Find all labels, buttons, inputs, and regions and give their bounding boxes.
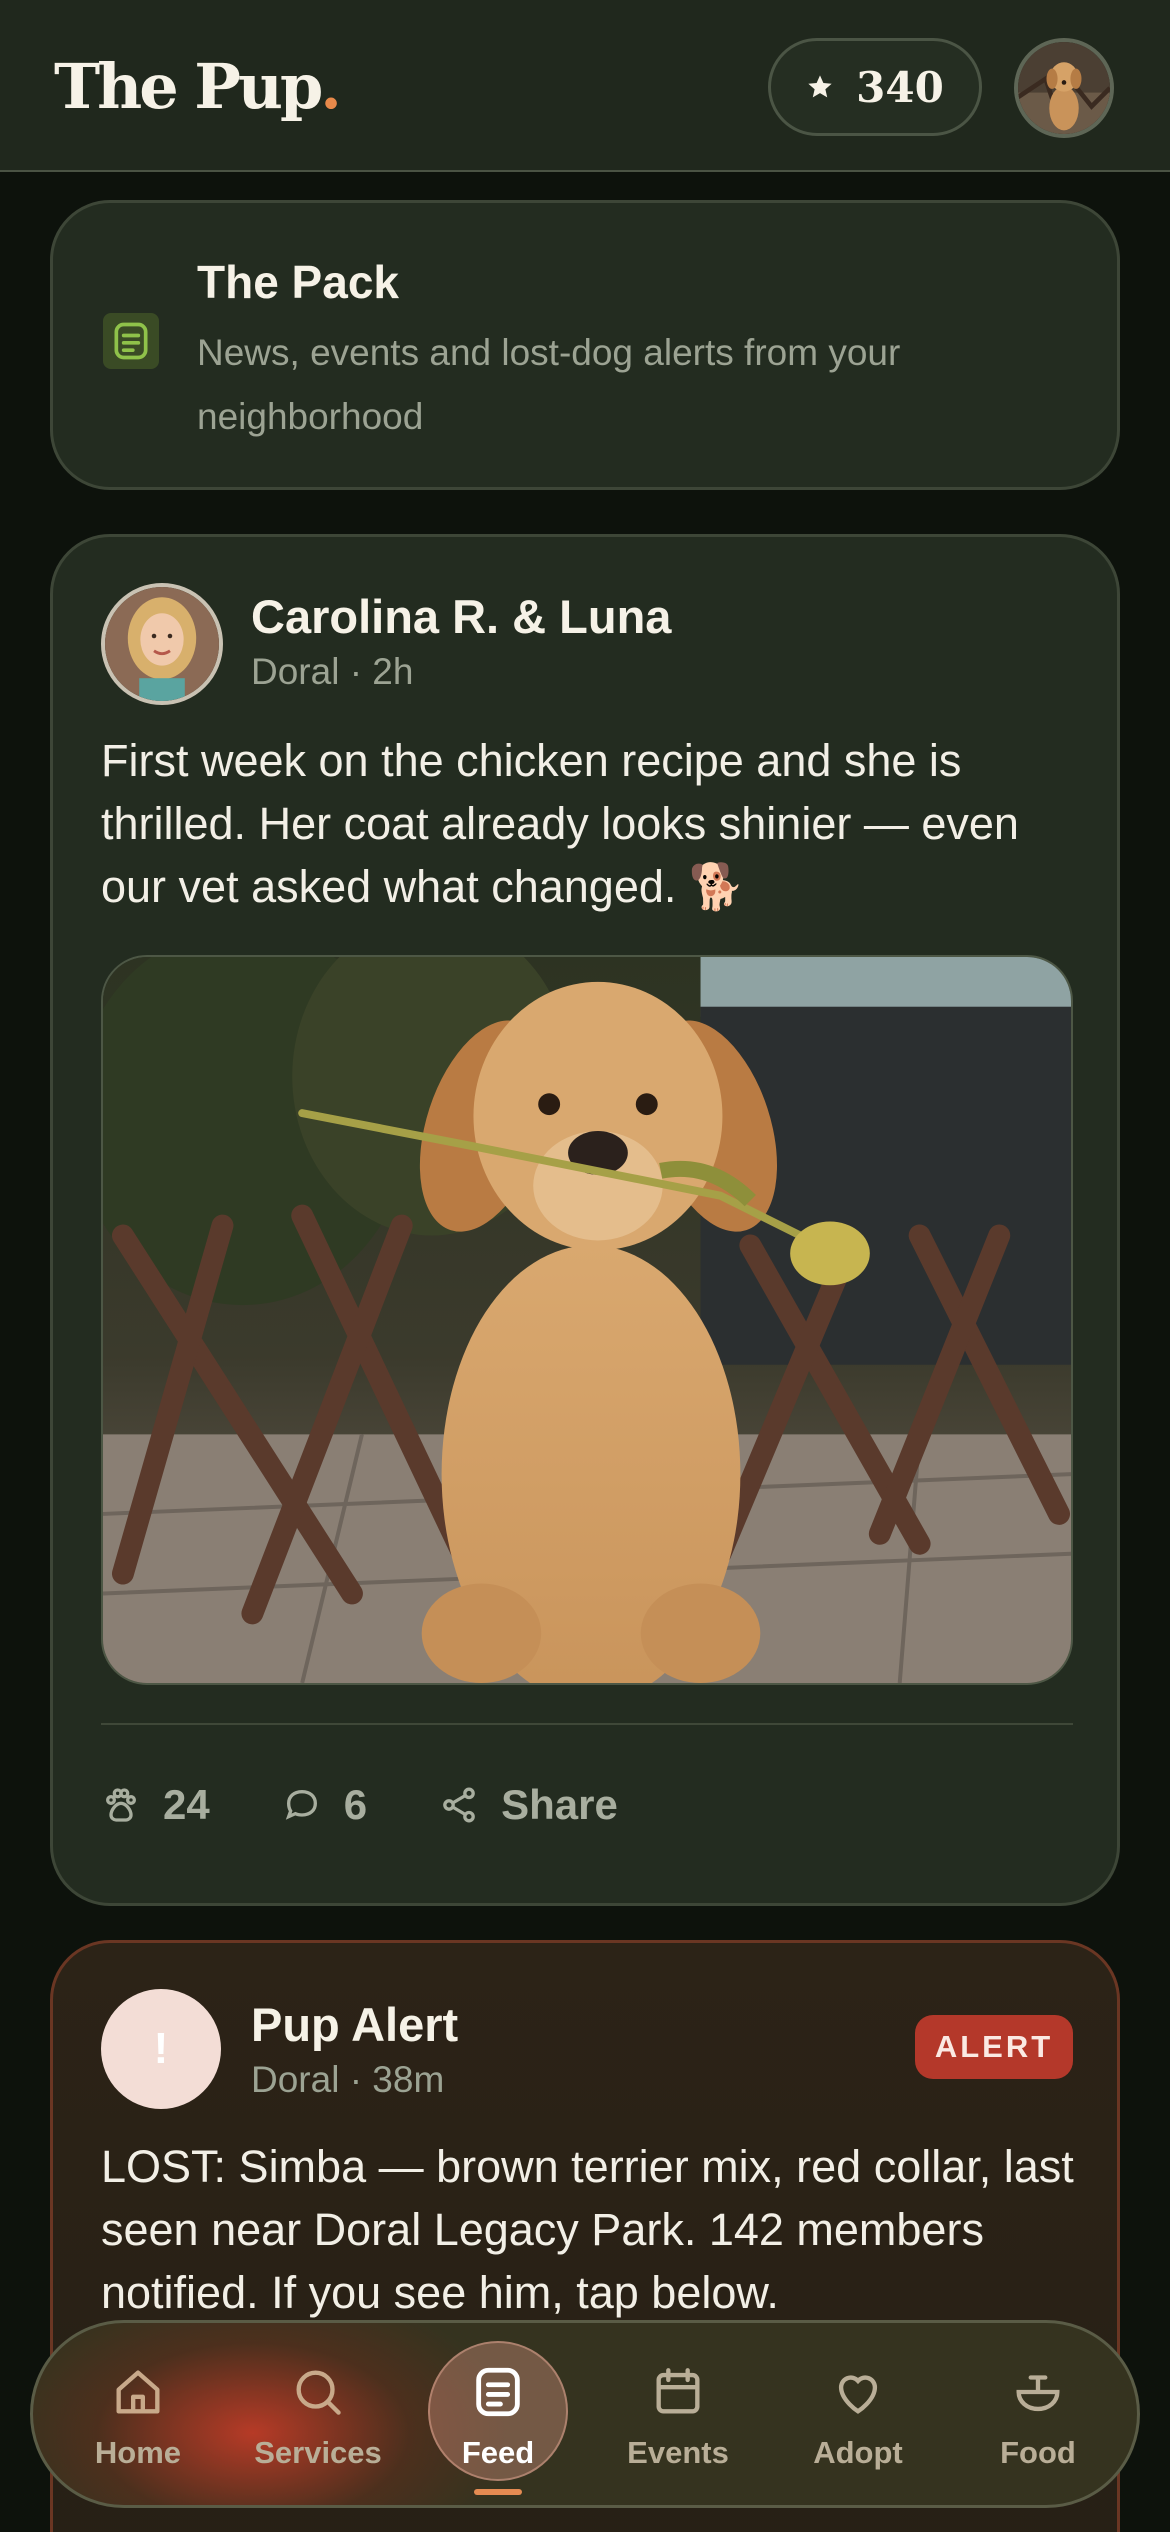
comment-count: 6	[343, 1781, 368, 1828]
alert-text: LOST: Simba — brown terrier mix, red col…	[101, 2141, 1074, 2318]
post-divider	[101, 1723, 1073, 1725]
share-icon	[443, 1787, 475, 1823]
author-photo	[105, 587, 219, 701]
share-button[interactable]: Share	[439, 1781, 618, 1829]
bowl-icon	[1016, 2375, 1060, 2412]
author-avatar[interactable]	[101, 583, 223, 705]
heart-icon	[838, 2375, 878, 2414]
alert-icon: !	[101, 1989, 221, 2109]
bottom-tab-bar: Home Services Feed Events Adopt Food	[30, 2320, 1140, 2508]
feed-icon	[476, 2367, 520, 2417]
post-meta: Doral · 2h	[251, 651, 414, 692]
feed-post[interactable]: Carolina R. & Luna Doral · 2h First week…	[50, 534, 1120, 1906]
alert-badge: ALERT	[915, 2015, 1073, 2079]
tab-services-label: Services	[254, 2435, 382, 2470]
points-value: 340	[856, 62, 944, 112]
feed-icon	[103, 313, 159, 369]
logo-dot: .	[320, 50, 342, 123]
pack-title: The Pack	[197, 256, 399, 308]
tab-events[interactable]: Events	[593, 2323, 763, 2505]
tab-food[interactable]: Food	[953, 2323, 1123, 2505]
tab-feed-label: Feed	[461, 2435, 535, 2470]
tab-services[interactable]: Services	[233, 2323, 403, 2505]
comment-button[interactable]: 6	[282, 1781, 367, 1829]
dog-avatar-image	[1018, 42, 1110, 134]
like-count: 24	[163, 1781, 210, 1828]
active-tab-underline	[474, 2489, 522, 2495]
tab-events-label: Events	[627, 2435, 729, 2470]
app-logo[interactable]: The Pup.	[54, 50, 342, 123]
tab-home[interactable]: Home	[53, 2323, 223, 2505]
post-actions: 24 6 Share	[101, 1781, 690, 1829]
post-author[interactable]: Carolina R. & Luna	[251, 589, 671, 644]
tab-home-label: Home	[94, 2435, 182, 2470]
alert-title: Pup Alert	[251, 1998, 459, 2051]
like-button[interactable]: 24	[101, 1781, 210, 1829]
share-label: Share	[501, 1781, 618, 1828]
post-text: First week on the chicken recipe and she…	[101, 735, 1019, 912]
tab-adopt-label: Adopt	[813, 2435, 903, 2470]
home-icon	[116, 2370, 160, 2414]
points-badge[interactable]: 340	[768, 38, 982, 136]
logo-text: The Pup	[54, 50, 323, 123]
tab-adopt[interactable]: Adopt	[773, 2323, 943, 2505]
profile-avatar[interactable]	[1014, 38, 1114, 138]
post-photo[interactable]	[101, 955, 1073, 1685]
pack-subtitle: News, events and lost-dog alerts from yo…	[197, 332, 901, 437]
star-icon	[808, 75, 832, 98]
calendar-icon	[656, 2368, 700, 2414]
comment-icon	[285, 1789, 317, 1820]
app-header: The Pup. 340	[0, 0, 1170, 172]
tab-food-label: Food	[1000, 2435, 1076, 2470]
tab-feed[interactable]: Feed	[413, 2323, 583, 2505]
dog-with-tulip-image	[103, 957, 1071, 1683]
alert-meta: Doral · 38m	[251, 2059, 445, 2100]
paw-icon	[106, 1788, 136, 1822]
search-icon	[296, 2370, 341, 2415]
pack-intro-card: The Pack News, events and lost-dog alert…	[50, 200, 1120, 490]
